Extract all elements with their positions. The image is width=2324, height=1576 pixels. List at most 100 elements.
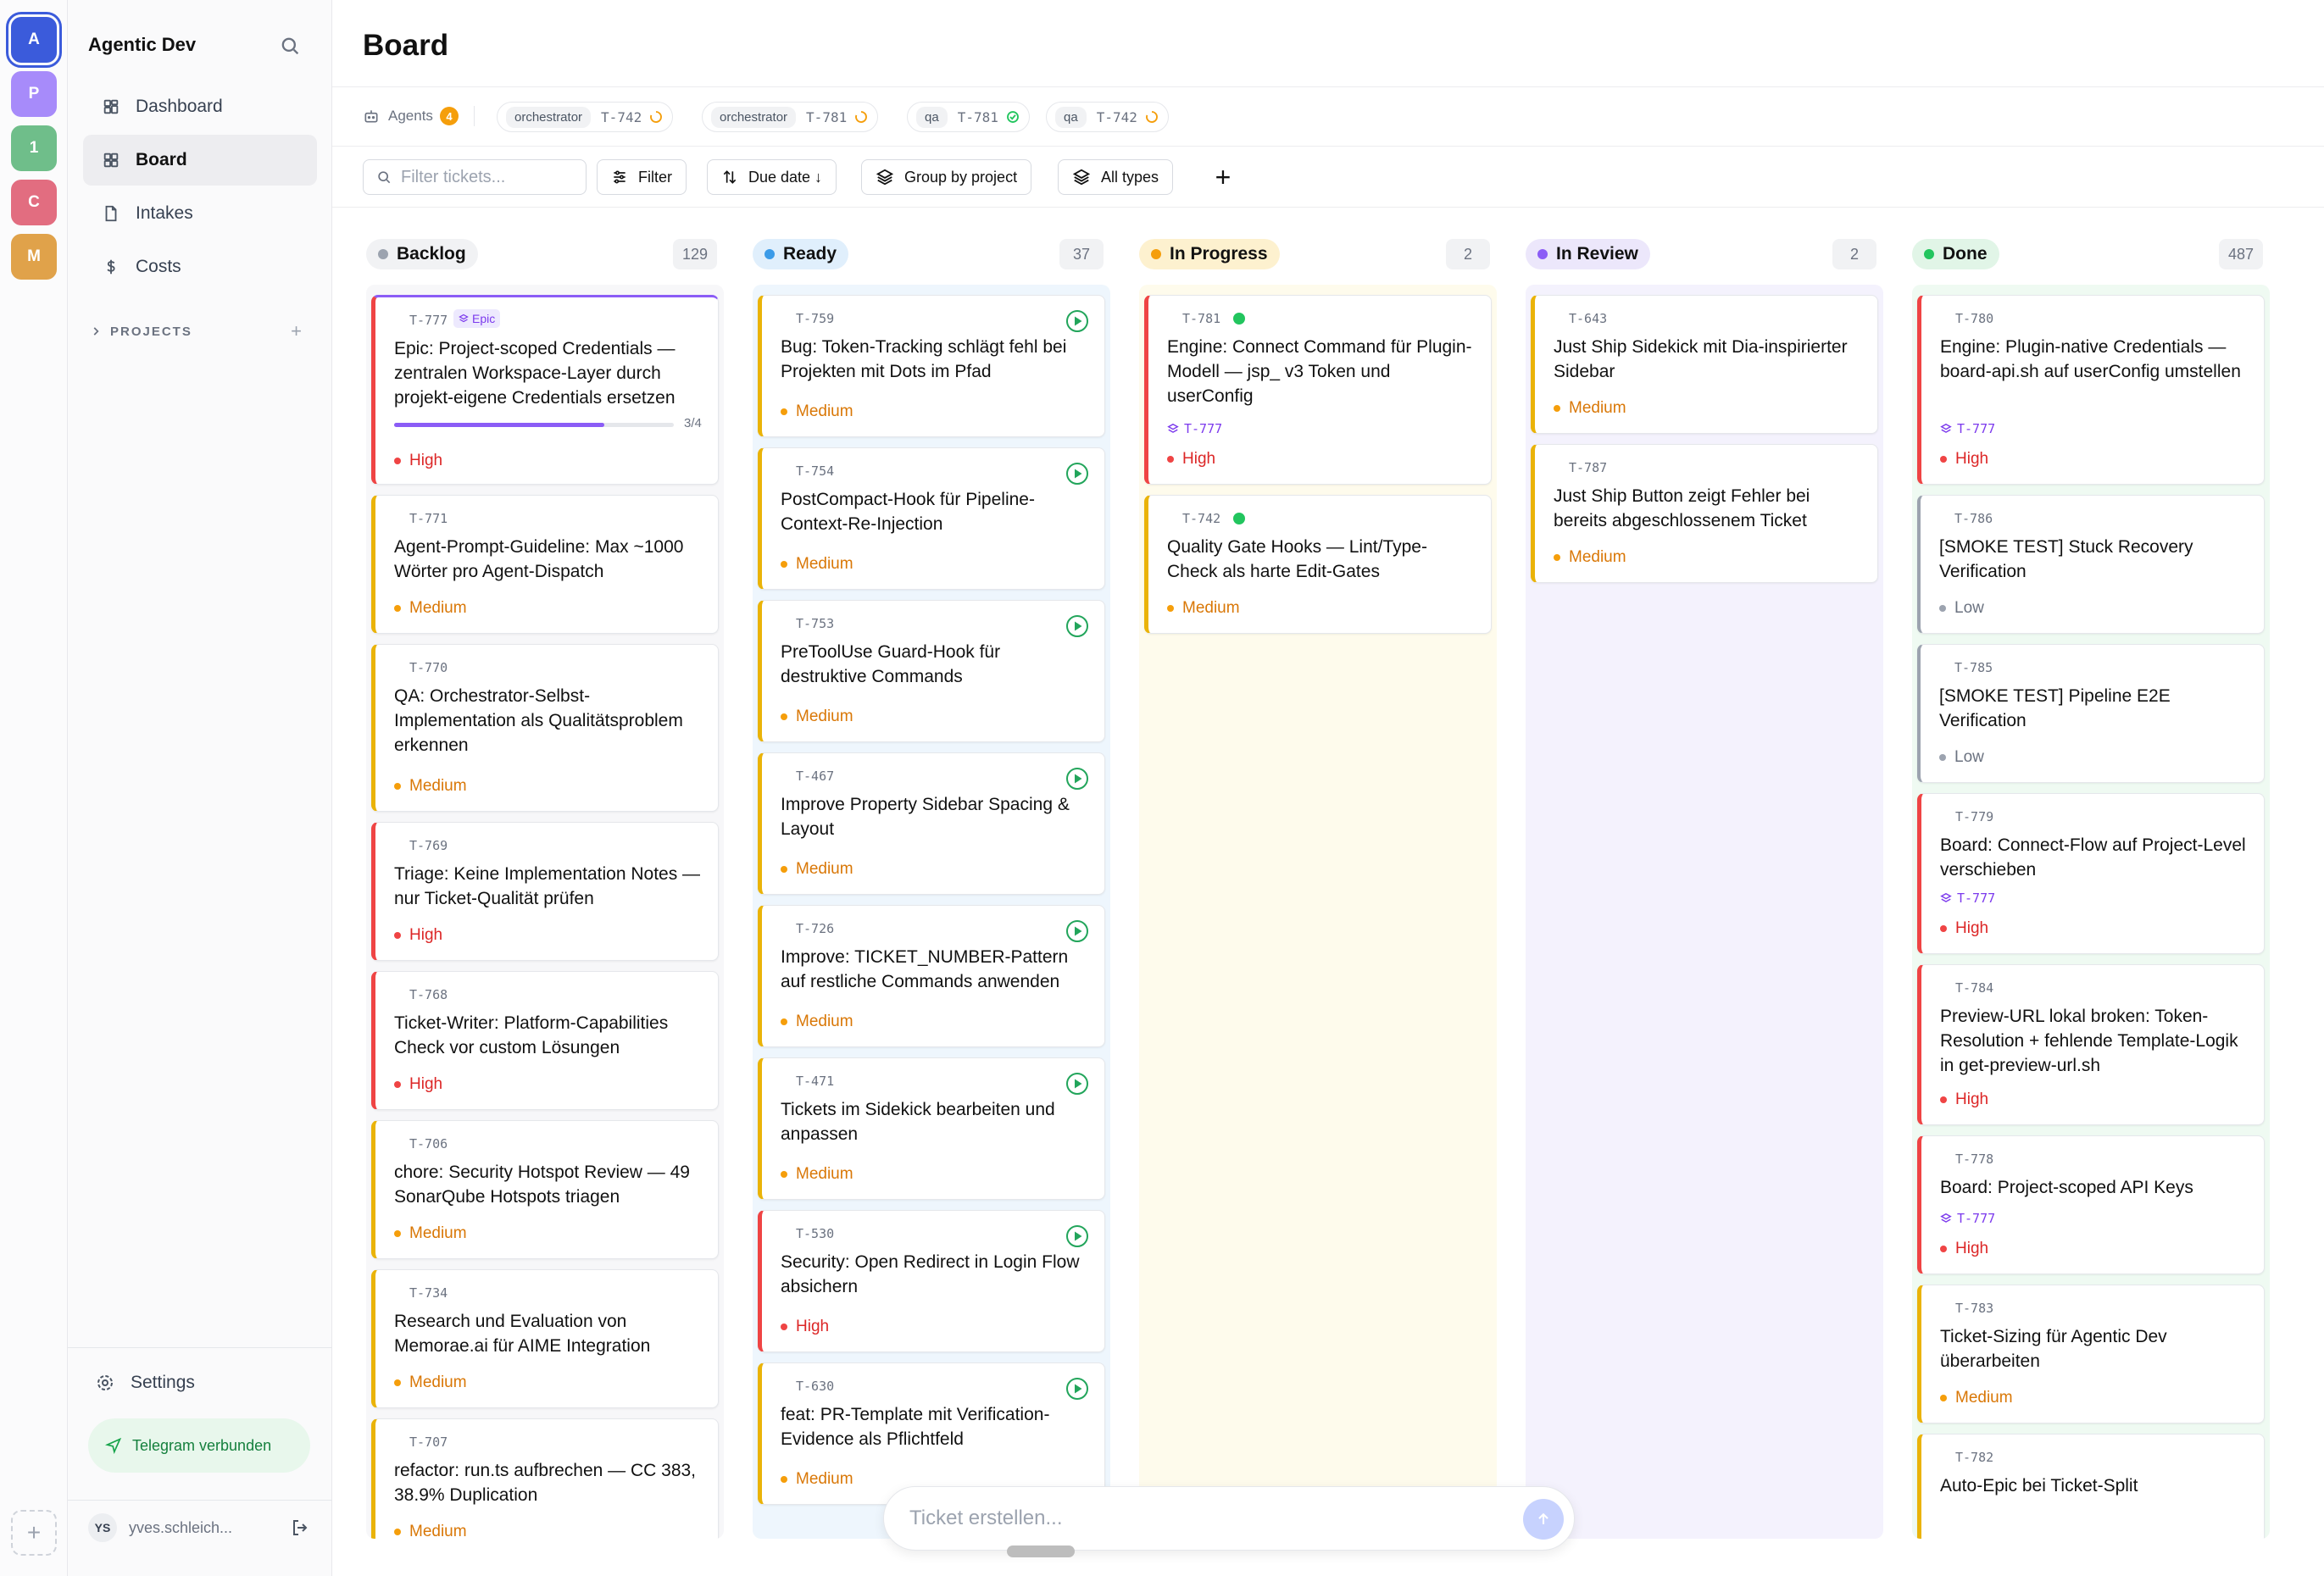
priority-dot — [394, 1230, 401, 1237]
ticket-card[interactable]: T-785 [SMOKE TEST] Pipeline E2E Verificat… — [1917, 644, 2265, 783]
main-area: Board Agents 4 orchestrator T-742 orchestr… — [332, 0, 2324, 1576]
priority-dot — [394, 932, 401, 939]
user-menu[interactable]: YS yves.schleich... — [88, 1513, 310, 1542]
horizontal-scrollbar[interactable] — [1007, 1545, 1075, 1557]
ticket-card[interactable]: T-734 Research und Evaluation von Memorae… — [371, 1269, 719, 1408]
ticket-card[interactable]: T-787 Just Ship Button zeigt Fehler bei b… — [1531, 444, 1878, 583]
priority-dot — [781, 1476, 787, 1483]
play-icon[interactable] — [1065, 614, 1089, 638]
column-count-badge: 37 — [1059, 239, 1104, 269]
parent-epic-link[interactable]: T-777 — [1940, 421, 1995, 436]
ticket-card[interactable]: T-742 Quality Gate Hooks — Lint/Type-Chec… — [1144, 495, 1492, 634]
ticket-card[interactable]: T-754 PostCompact-Hook für Pipeline-Conte… — [758, 447, 1105, 590]
filter-tickets-input[interactable]: Filter tickets... — [363, 159, 587, 195]
ticket-card[interactable]: T-643 Just Ship Sidekick mit Dia-inspirie… — [1531, 295, 1878, 434]
ticket-card[interactable]: T-753 PreToolUse Guard-Hook für destrukti… — [758, 600, 1105, 742]
column-header-done[interactable]: Done — [1912, 239, 1999, 269]
play-icon[interactable] — [1065, 919, 1089, 943]
ticket-card[interactable]: T-769 Triage: Keine Implementation Notes … — [371, 822, 719, 961]
ticket-card[interactable]: T-784 Preview-URL lokal broken: Token-Res… — [1917, 964, 2265, 1125]
parent-epic-link[interactable]: T-777 — [1167, 421, 1222, 436]
filter-button[interactable]: Filter — [597, 159, 687, 195]
add-view-button[interactable]: + — [1205, 159, 1241, 195]
column-header-backlog[interactable]: Backlog — [366, 239, 478, 269]
priority-dot — [1940, 1395, 1947, 1401]
ticket-card[interactable]: T-779 Board: Connect-Flow auf Project-Lev… — [1917, 793, 2265, 954]
workspace-switcher-item[interactable]: A — [6, 12, 62, 68]
ticket-card[interactable]: T-706 chore: Security Hotspot Review — 49… — [371, 1120, 719, 1259]
priority-label: Low — [1939, 599, 1984, 618]
sidebar-item-intakes[interactable]: Intakes — [83, 188, 317, 239]
ticket-title: [SMOKE TEST] Pipeline E2E Verification — [1939, 686, 2171, 730]
ticket-card[interactable]: T-783 Ticket-Sizing für Agentic Dev übera… — [1917, 1285, 2265, 1423]
ticket-card[interactable]: T-759 Bug: Token-Tracking schlägt fehl be… — [758, 295, 1105, 437]
priority-dot — [1940, 925, 1947, 932]
workspace-switcher-item[interactable]: 1 — [11, 125, 57, 171]
agents-indicator[interactable]: Agents 4 — [363, 102, 475, 130]
due-date-sort-button[interactable]: Due date ↓ — [707, 159, 837, 195]
submit-ticket-button[interactable] — [1523, 1499, 1564, 1540]
create-ticket-input[interactable]: Ticket erstellen... — [883, 1486, 1575, 1551]
column-header-in-review[interactable]: In Review — [1526, 239, 1650, 269]
ticket-card[interactable]: T-782 Auto-Epic bei Ticket-Split Medium — [1917, 1434, 2265, 1539]
projects-section[interactable]: PROJECTS + — [90, 320, 302, 342]
ticket-card[interactable]: T-768 Ticket-Writer: Platform-Capabilitie… — [371, 971, 719, 1110]
column-header-in-progress[interactable]: In Progress — [1139, 239, 1280, 269]
workspace-switcher-item[interactable]: C — [11, 180, 57, 225]
agent-role: orchestrator — [711, 106, 797, 128]
ticket-card[interactable]: T-471 Tickets im Sidekick bearbeiten und … — [758, 1057, 1105, 1200]
ticket-id: T-780 — [1955, 311, 1994, 326]
agent-chip[interactable]: qa T-742 — [1046, 102, 1169, 132]
ticket-card[interactable]: T-778 Board: Project-scoped API Keys T-777… — [1917, 1135, 2265, 1274]
group-by-project-button[interactable]: Group by project — [861, 159, 1032, 195]
ticket-card[interactable]: T-771 Agent-Prompt-Guideline: Max ~1000 W… — [371, 495, 719, 634]
play-icon[interactable] — [1065, 462, 1089, 486]
workspace-switcher-item[interactable]: M — [11, 234, 57, 280]
agent-chip[interactable]: orchestrator T-781 — [702, 102, 879, 132]
play-icon[interactable] — [1065, 767, 1089, 791]
ticket-title: Improve Property Sidebar Spacing & Layou… — [781, 795, 1070, 839]
ticket-card[interactable]: T-467 Improve Property Sidebar Spacing & … — [758, 752, 1105, 895]
sidebar-item-board[interactable]: Board — [83, 135, 317, 186]
workspace-switcher-item[interactable]: P — [11, 71, 57, 117]
all-types-button[interactable]: All types — [1058, 159, 1174, 195]
ticket-card[interactable]: T-726 Improve: TICKET_NUMBER-Pattern auf … — [758, 905, 1105, 1047]
settings-label: Settings — [131, 1373, 195, 1392]
agent-role: qa — [1055, 106, 1087, 128]
ticket-id: T-782 — [1955, 1450, 1994, 1465]
parent-epic-link[interactable]: T-777 — [1940, 891, 1995, 906]
settings-link[interactable]: Settings — [95, 1373, 195, 1393]
ticket-card[interactable]: T-530 Security: Open Redirect in Login Fl… — [758, 1210, 1105, 1352]
workspace-title: Agentic Dev — [88, 34, 197, 55]
ticket-card[interactable]: T-707 refactor: run.ts aufbrechen — CC 38… — [371, 1418, 719, 1539]
play-icon[interactable] — [1065, 1072, 1089, 1096]
add-project-button[interactable]: + — [291, 320, 302, 342]
ticket-card[interactable]: T-770 QA: Orchestrator-Selbst-Implementat… — [371, 644, 719, 812]
column-count-badge: 487 — [2219, 239, 2263, 269]
ticket-card[interactable]: T-786 [SMOKE TEST] Stuck Recovery Verific… — [1917, 495, 2265, 634]
ticket-card[interactable]: T-781 Engine: Connect Command für Plugin-… — [1144, 295, 1492, 485]
sidebar-item-dashboard[interactable]: Dashboard — [83, 81, 317, 132]
agent-ticket-id: T-781 — [957, 108, 998, 125]
telegram-status-badge[interactable]: Telegram verbunden — [88, 1418, 310, 1473]
epic-progress-bar — [394, 423, 674, 427]
ticket-card[interactable]: T-630 feat: PR-Template mit Verification-… — [758, 1362, 1105, 1505]
sidebar-item-costs[interactable]: Costs — [83, 241, 317, 292]
column-status-pill: Done — [1912, 239, 1999, 269]
play-icon[interactable] — [1065, 1377, 1089, 1401]
add-workspace-button[interactable]: + — [11, 1510, 57, 1556]
search-icon[interactable] — [278, 34, 302, 58]
play-icon[interactable] — [1065, 309, 1089, 333]
priority-dot — [1940, 456, 1947, 463]
group-by-label: Group by project — [904, 168, 1018, 186]
search-icon — [378, 171, 391, 184]
agent-chip[interactable]: qa T-781 — [907, 102, 1030, 132]
logout-icon[interactable] — [290, 1518, 310, 1538]
parent-epic-link[interactable]: T-777 — [1940, 1211, 1995, 1226]
column-header-ready[interactable]: Ready — [753, 239, 849, 269]
ticket-card[interactable]: T-780 Engine: Plugin-native Credentials —… — [1917, 295, 2265, 485]
column-status-pill: Backlog — [366, 239, 478, 269]
agent-chip[interactable]: orchestrator T-742 — [497, 102, 674, 132]
ticket-card[interactable]: T-777 Epic Epic: Project-scoped Credential… — [371, 295, 719, 485]
play-icon[interactable] — [1065, 1224, 1089, 1248]
